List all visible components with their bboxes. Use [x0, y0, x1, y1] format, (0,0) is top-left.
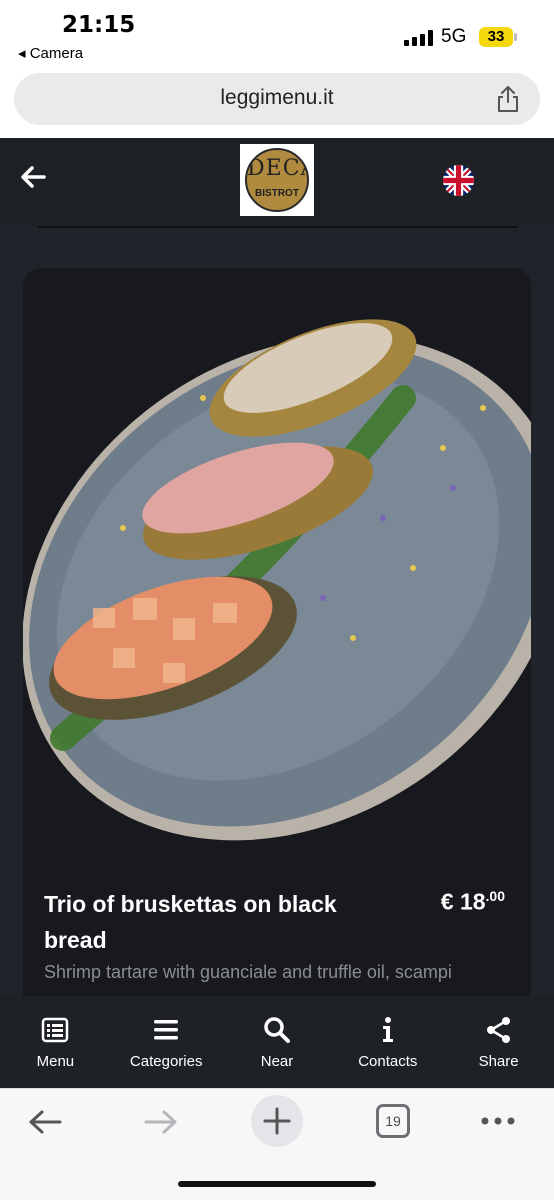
back-to-camera-link[interactable]: ◂ Camera — [18, 44, 83, 62]
browser-back-icon[interactable] — [28, 1107, 62, 1137]
dish-title: Trio of bruskettas on black bread — [44, 891, 337, 953]
home-indicator[interactable] — [178, 1181, 376, 1187]
price-main: 18 — [459, 888, 486, 915]
plus-icon — [263, 1107, 291, 1135]
nav-menu[interactable]: Menu — [0, 996, 111, 1088]
nav-contacts[interactable]: Contacts — [332, 996, 443, 1088]
divider — [38, 226, 518, 228]
menu-content[interactable]: Trio of bruskettas on black bread € 18.0… — [0, 226, 554, 996]
status-time: 21:15 — [62, 12, 136, 38]
url-text[interactable]: leggimenu.it — [14, 86, 540, 110]
nav-categories-label: Categories — [129, 1053, 203, 1070]
dish-card[interactable]: Trio of bruskettas on black bread € 18.0… — [23, 268, 531, 996]
logo-main-text: DECA — [247, 156, 307, 181]
dish-photo — [23, 268, 531, 858]
menu-list-icon — [42, 1017, 69, 1043]
uk-flag-icon[interactable] — [443, 165, 474, 196]
network-type: 5G — [441, 26, 467, 47]
nav-menu-label: Menu — [36, 1053, 75, 1070]
browser-toolbar: 19 — [0, 1088, 554, 1200]
share-page-icon[interactable] — [496, 85, 520, 113]
nav-near-label: Near — [260, 1053, 294, 1070]
back-arrow-icon[interactable] — [20, 164, 46, 190]
dish-description: Shrimp tartare with guanciale and truffl… — [44, 962, 452, 982]
search-icon — [264, 1017, 290, 1043]
more-options-icon[interactable] — [480, 1111, 516, 1131]
restaurant-logo[interactable]: DECA BISTROT — [240, 144, 314, 216]
nav-share[interactable]: Share — [443, 996, 554, 1088]
hamburger-icon — [154, 1020, 179, 1040]
tabs-count-button[interactable]: 19 — [376, 1104, 410, 1138]
browser-forward-icon[interactable] — [144, 1107, 178, 1137]
status-bar: 21:15 ◂ Camera 5G 33 — [0, 0, 554, 72]
nav-categories[interactable]: Categories — [111, 996, 222, 1088]
info-icon — [382, 1017, 393, 1042]
signal-icon — [404, 30, 434, 46]
new-tab-button[interactable] — [251, 1095, 303, 1147]
logo-circle: DECA BISTROT — [245, 148, 309, 212]
battery-tip — [514, 33, 517, 41]
share-icon — [486, 1017, 510, 1043]
price-currency: € — [440, 888, 454, 915]
price-cents: .00 — [485, 888, 505, 904]
dish-price: € 18.00 — [441, 888, 505, 916]
app-header: DECA BISTROT — [0, 138, 554, 226]
nav-near[interactable]: Near — [222, 996, 333, 1088]
logo-sub-text: BISTROT — [255, 188, 299, 199]
bottom-nav: Menu Categories Near Contacts Share — [0, 996, 554, 1088]
address-bar[interactable]: leggimenu.it — [14, 73, 540, 125]
nav-contacts-label: Contacts — [358, 1053, 418, 1070]
battery-icon: 33 — [479, 27, 513, 47]
nav-share-label: Share — [478, 1053, 519, 1070]
